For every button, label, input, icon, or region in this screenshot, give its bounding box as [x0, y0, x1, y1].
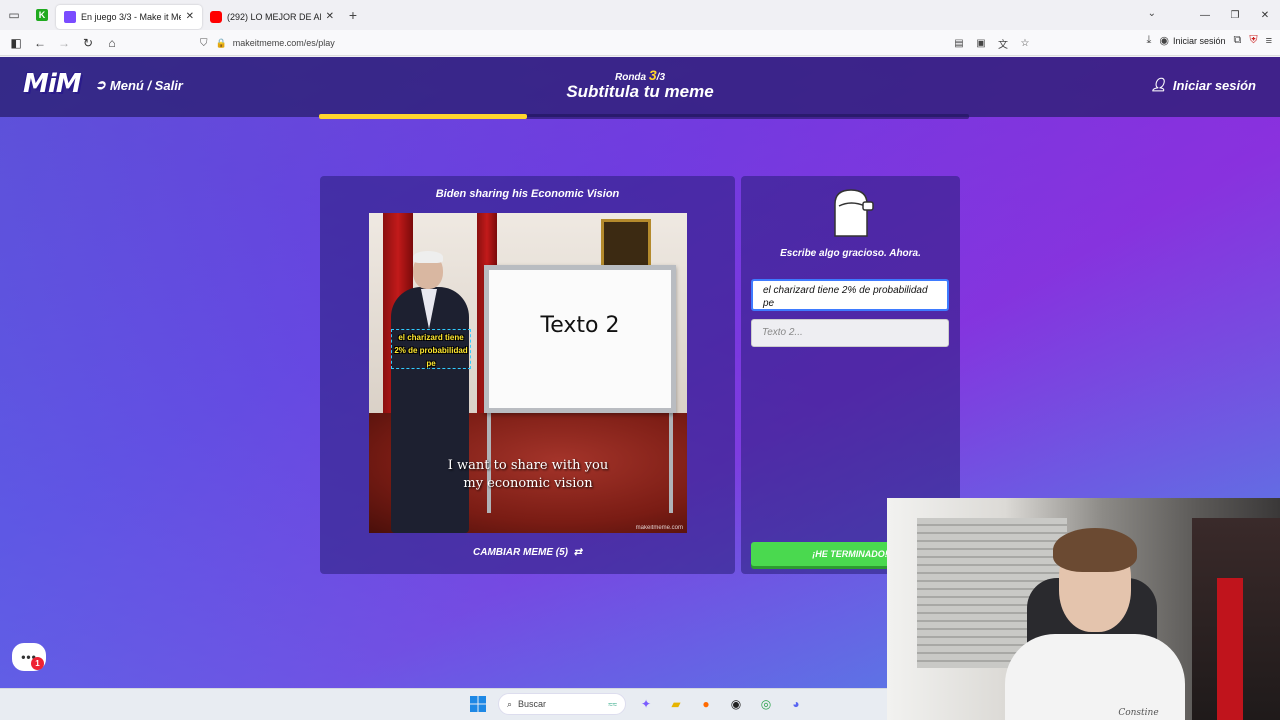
- reload-button[interactable]: ↻: [76, 31, 100, 55]
- login-button[interactable]: 👤︎ Iniciar sesión: [1150, 77, 1256, 93]
- round-progress-fill: [319, 114, 527, 119]
- make-it-meme-favicon-icon: [64, 10, 76, 23]
- chrome-icon[interactable]: ◎: [756, 694, 776, 714]
- meme-card: Biden sharing his Economic Vision Texto …: [320, 176, 735, 574]
- page-title: Subtitula tu meme: [566, 82, 714, 101]
- new-tab-button[interactable]: +: [342, 7, 364, 23]
- lock-icon[interactable]: 🔒: [216, 38, 227, 49]
- write-prompt: Escribe algo gracioso. Ahora.: [780, 248, 921, 259]
- browser-tab-bar: ▭ K En juego 3/3 - Make it Meme ✕ (292) …: [0, 0, 1280, 30]
- browser-tab-youtube[interactable]: (292) LO MEJOR DE ARGENTINA ✕: [202, 5, 342, 29]
- tab-overview-icon[interactable]: ▭: [0, 0, 28, 30]
- change-meme-label: CAMBIAR MEME (5): [473, 547, 569, 558]
- caption-input-2[interactable]: Texto 2...: [751, 319, 949, 347]
- webcam-person-hair: [1053, 528, 1137, 572]
- search-icon: ⌕: [507, 698, 513, 709]
- file-explorer-icon[interactable]: ▰: [666, 694, 686, 714]
- tab-list-chevron-icon[interactable]: ⌄: [1148, 8, 1156, 19]
- minimize-button[interactable]: —: [1190, 0, 1220, 30]
- firefox-icon[interactable]: ●: [696, 694, 716, 714]
- webcam-overlay: Constine: [887, 498, 1280, 720]
- meme-quote-line-2: my economic vision: [463, 476, 593, 491]
- address-bar-actions: ▤ ▣ 文 ☆: [950, 34, 1034, 52]
- toolbar-right: ⤓ ◉ Iniciar sesión ⧉ ⛨ ≡: [1146, 34, 1272, 47]
- close-window-button[interactable]: ✕: [1250, 0, 1280, 30]
- extensions-icon[interactable]: ⧉: [1233, 34, 1241, 47]
- meme-watermark: makeitmeme.com: [635, 525, 683, 531]
- restore-button[interactable]: ❐: [1220, 0, 1250, 30]
- taskbar-center: ⌕ Buscar ≈≈ ✦ ▰ ● ◉ ◎ ◕: [468, 693, 806, 715]
- meme-quote-line-1: I want to share with you: [447, 458, 609, 473]
- home-button[interactable]: ⌂: [100, 31, 124, 55]
- forward-button[interactable]: →: [52, 31, 76, 55]
- url-text[interactable]: makeitmeme.com/es/play: [233, 38, 335, 48]
- webcam-shirt-label: Constine: [1118, 708, 1159, 718]
- picture-icon[interactable]: ▣: [972, 34, 990, 52]
- game-header: MiM ➲ Menú / Salir Ronda 3/3 Subtitula t…: [0, 57, 1280, 117]
- youtube-favicon-icon: [210, 10, 222, 23]
- taskbar-search-placeholder: Buscar: [518, 699, 547, 709]
- meme-image: Texto 2 el charizard tiene 2% de probabi…: [369, 213, 687, 533]
- windows-start-icon[interactable]: [468, 694, 488, 714]
- chat-unread-badge: 1: [31, 657, 44, 670]
- windows-taskbar: ⌕ Buscar ≈≈ ✦ ▰ ● ◉ ◎ ◕: [0, 688, 887, 720]
- obs-icon[interactable]: ◉: [726, 694, 746, 714]
- extension-badge-icon[interactable]: ⛨: [1249, 34, 1257, 47]
- tab-title: En juego 3/3 - Make it Meme: [81, 11, 181, 22]
- search-highlight-icon: ≈≈: [608, 699, 617, 709]
- account-signin-button[interactable]: ◉ Iniciar sesión: [1159, 34, 1225, 47]
- download-icon[interactable]: ⤓: [1146, 34, 1151, 47]
- shield-icon[interactable]: ⛉: [200, 38, 208, 49]
- browser-nav-bar: ◧ ← → ↻ ⌂ ⛉ 🔒 makeitmeme.com/es/play ▤ ▣…: [0, 30, 1280, 56]
- copilot-icon[interactable]: ✦: [636, 694, 656, 714]
- round-indicator: Ronda 3/3: [0, 67, 1280, 83]
- app-favicon-icon: K: [28, 0, 56, 30]
- back-button[interactable]: ←: [28, 31, 52, 55]
- webcam-scarf: [1217, 578, 1243, 720]
- user-icon: 👤︎: [1150, 77, 1167, 92]
- signin-label: Iniciar sesión: [1172, 35, 1226, 46]
- browser-tab-active[interactable]: En juego 3/3 - Make it Meme ✕: [56, 4, 202, 29]
- webcam-shirt-text: Constine: [887, 708, 1280, 718]
- meme-text-box-1[interactable]: el charizard tiene 2% de probabilidad pe: [391, 329, 471, 369]
- meme-painting: [601, 219, 651, 269]
- meme-title: Biden sharing his Economic Vision: [435, 188, 620, 200]
- tab-title: (292) LO MEJOR DE ARGENTINA: [227, 11, 321, 22]
- account-icon: ◉: [1159, 35, 1169, 47]
- translate-icon[interactable]: 文: [994, 34, 1012, 52]
- meme-text-box-2[interactable]: Texto 2: [484, 265, 676, 385]
- menu-hamburger-icon[interactable]: ≡: [1266, 35, 1272, 47]
- sidebar-toggle-icon[interactable]: ◧: [4, 31, 28, 55]
- close-tab-icon[interactable]: ✕: [326, 11, 334, 22]
- swap-icon: ⇄: [570, 547, 582, 558]
- meme-quote: I want to share with you my economic vis…: [369, 457, 687, 493]
- change-meme-button[interactable]: CAMBIAR MEME (5) ⇄: [320, 547, 735, 558]
- close-tab-icon[interactable]: ✕: [186, 11, 194, 22]
- bookmark-star-icon[interactable]: ☆: [1016, 34, 1034, 52]
- reader-view-icon[interactable]: ▤: [950, 34, 968, 52]
- window-controls: — ❐ ✕: [1190, 0, 1280, 30]
- round-progress-bar: [319, 114, 969, 119]
- address-bar[interactable]: ⛉ 🔒 makeitmeme.com/es/play: [200, 33, 1030, 53]
- round-current: 3: [648, 67, 657, 83]
- taskbar-search[interactable]: ⌕ Buscar ≈≈: [498, 693, 626, 715]
- login-label: Iniciar sesión: [1172, 77, 1256, 93]
- discord-icon[interactable]: ◕: [786, 694, 806, 714]
- caption-input-1[interactable]: el charizard tiene 2% de probabilidad pe: [751, 279, 949, 311]
- person-hair: [413, 251, 443, 263]
- mascot-icon: [834, 189, 874, 237]
